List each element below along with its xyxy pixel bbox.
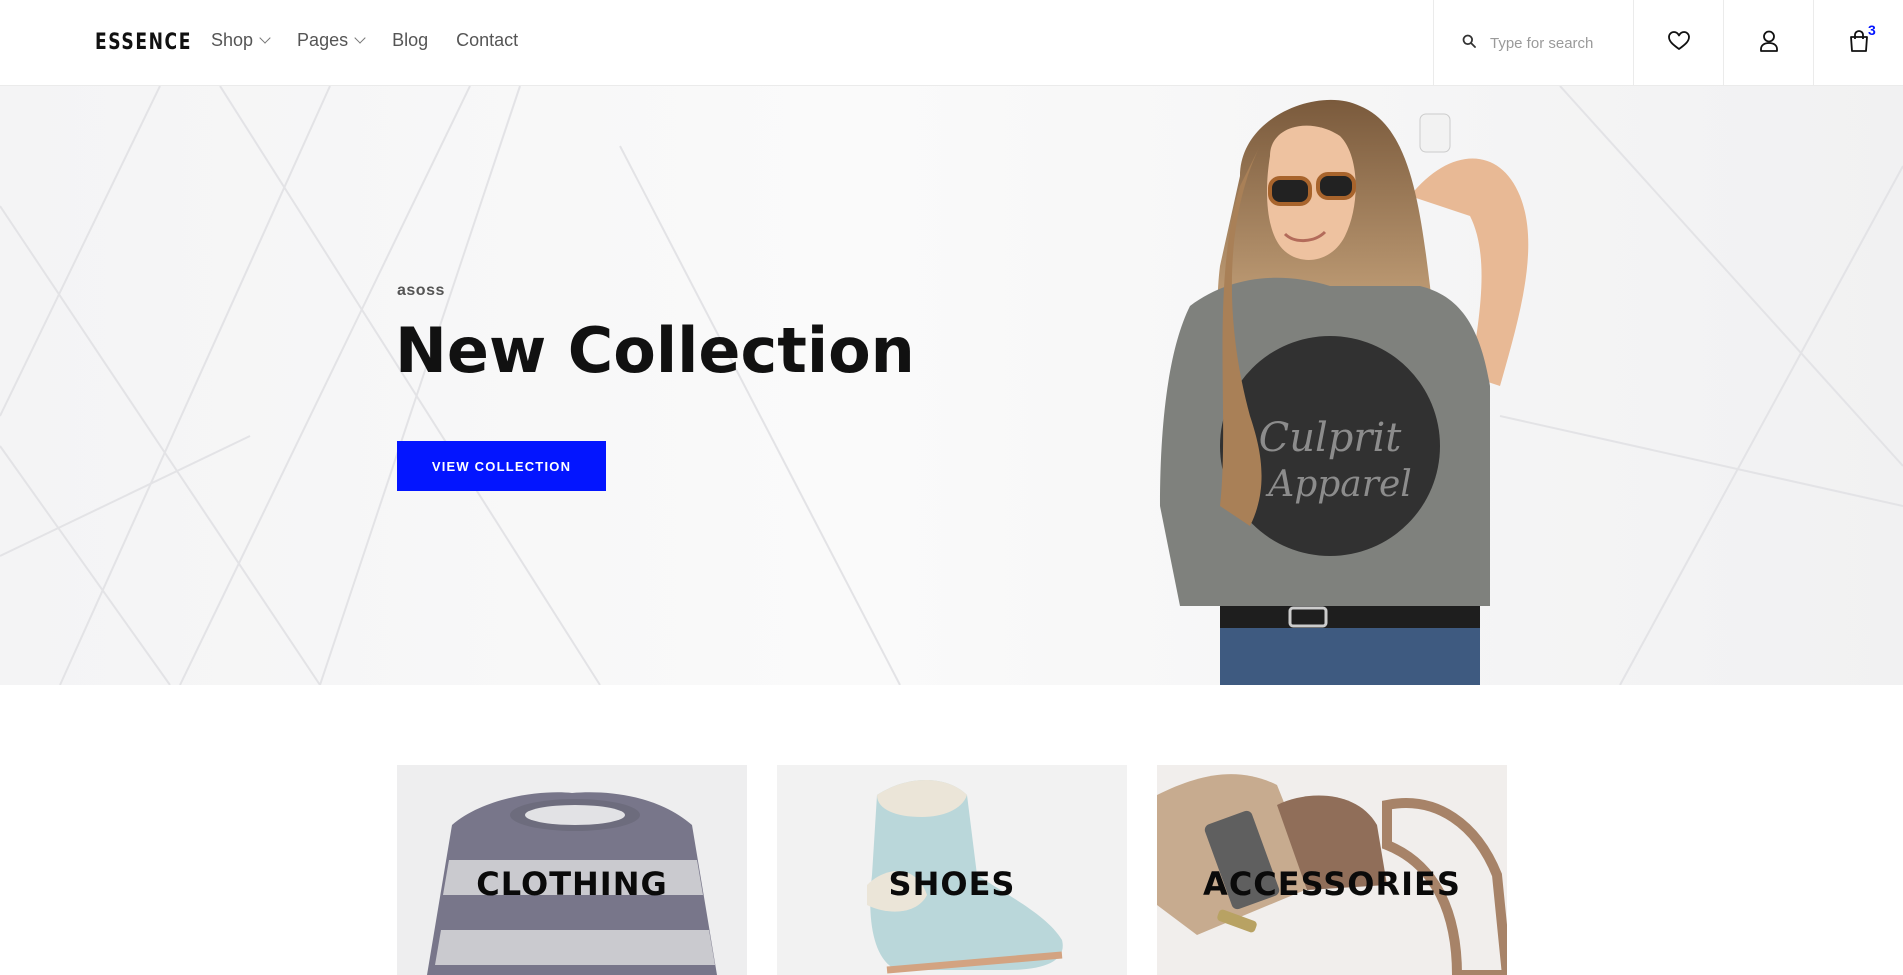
nav-item-label: Shop — [211, 30, 254, 50]
user-icon — [1759, 30, 1779, 57]
shopping-bag-icon — [1849, 29, 1869, 57]
site-header: ESSENCE Shop Pages Blog Contact Type for… — [0, 0, 1903, 86]
nav-item-label: Blog — [392, 30, 429, 50]
cart-button[interactable]: 3 — [1813, 0, 1903, 86]
nav-item-label: Contact — [456, 30, 519, 50]
view-collection-button[interactable]: VIEW COLLECTION — [397, 441, 606, 491]
svg-text:Culprit: Culprit — [1259, 415, 1403, 461]
hero-title: New Collection — [395, 314, 915, 387]
nav-item-blog[interactable]: Blog — [392, 30, 428, 51]
nav-item-shop[interactable]: Shop — [211, 30, 271, 51]
main-nav: Shop Pages Blog Contact — [211, 30, 518, 51]
category-section: CLOTHING SHOES ACCESSORIES — [0, 685, 1903, 975]
category-tile-accessories[interactable]: ACCESSORIES — [1157, 765, 1507, 975]
search-icon[interactable] — [1462, 34, 1476, 53]
account-button[interactable] — [1723, 0, 1813, 86]
wishlist-button[interactable] — [1633, 0, 1723, 86]
heart-icon — [1667, 30, 1690, 56]
hero-model-photo: Culprit Apparel — [1160, 99, 1529, 685]
nav-item-pages[interactable]: Pages — [297, 30, 366, 51]
category-label: SHOES — [888, 865, 1016, 903]
category-label: CLOTHING — [476, 865, 668, 903]
category-tile-clothing[interactable]: CLOTHING — [397, 765, 747, 975]
chevron-down-icon — [354, 32, 366, 44]
search-input[interactable] — [1490, 34, 1620, 52]
hero-brand-label: asoss — [397, 282, 445, 299]
nav-item-contact[interactable]: Contact — [456, 30, 518, 51]
site-logo[interactable]: ESSENCE — [95, 30, 192, 55]
hero-banner: asoss New Collection VIEW COLLECTION Cul… — [0, 86, 1903, 685]
category-tile-shoes[interactable]: SHOES — [777, 765, 1127, 975]
search-box — [1433, 0, 1633, 86]
category-label: ACCESSORIES — [1203, 865, 1461, 903]
nav-item-label: Pages — [297, 30, 349, 50]
chevron-down-icon — [259, 32, 271, 44]
svg-text:Apparel: Apparel — [1265, 464, 1412, 505]
cart-count-badge: 3 — [1868, 22, 1876, 38]
